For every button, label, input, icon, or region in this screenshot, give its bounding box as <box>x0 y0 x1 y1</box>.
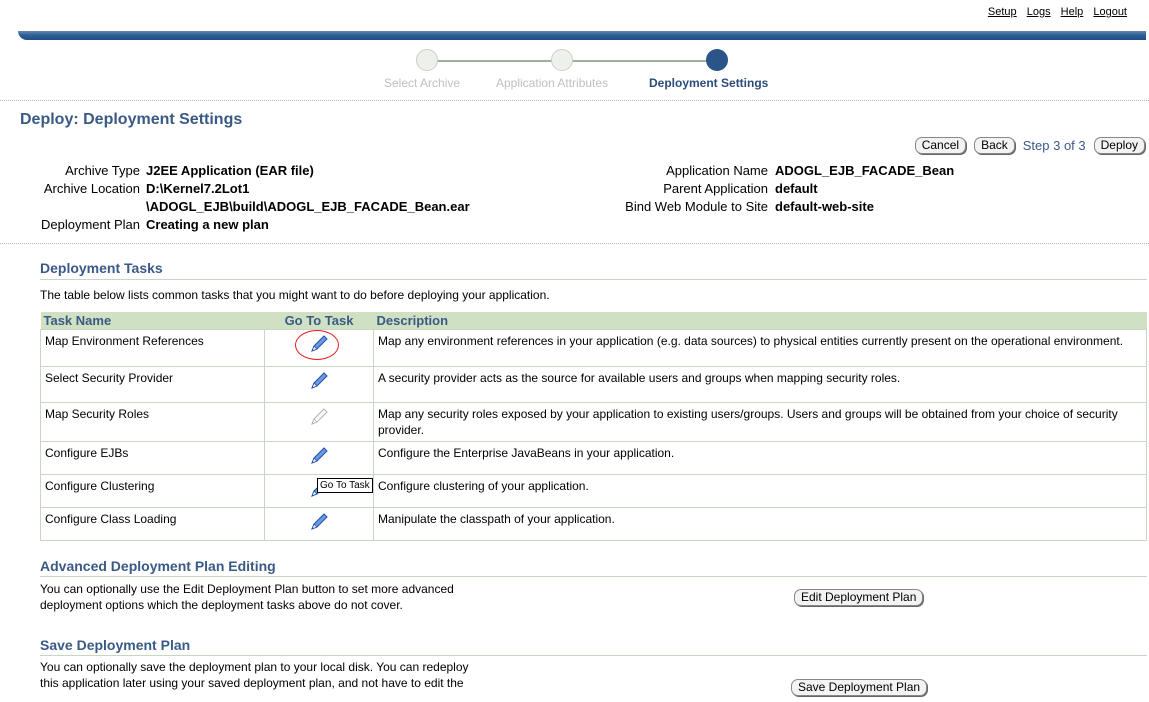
application-name-label: Application Name <box>666 163 768 178</box>
advanced-editing-text-1: You can optionally use the Edit Deployme… <box>40 582 454 596</box>
go-to-task-cell <box>264 441 374 475</box>
train-step-1-icon[interactable] <box>416 49 438 71</box>
deployment-tasks-heading: Deployment Tasks <box>40 260 163 276</box>
go-to-task-cell <box>264 329 374 367</box>
train-connector <box>572 60 707 62</box>
table-row: Map Environment References Map any envir… <box>40 329 1147 367</box>
archive-location-value: D:\Kernel7.2Lot1 <box>146 181 250 196</box>
train-step-select-archive[interactable]: Select Archive <box>384 76 460 90</box>
page-title: Deploy: Deployment Settings <box>20 111 243 128</box>
archive-type-label: Archive Type <box>65 163 140 178</box>
logout-link[interactable]: Logout <box>1093 6 1127 18</box>
train-step-deployment-settings: Deployment Settings <box>649 76 769 90</box>
task-description: Map any environment references in your a… <box>373 329 1147 367</box>
edit-pencil-icon[interactable] <box>308 370 330 392</box>
step-indicator: Step 3 of 3 <box>1022 138 1086 153</box>
go-to-task-cell <box>264 402 374 442</box>
bind-module-label: Bind Web Module to Site <box>625 199 768 214</box>
table-row: Configure EJBs Configure the Enterprise … <box>40 441 1147 475</box>
table-row: Map Security Roles Map any security role… <box>40 402 1147 442</box>
table-row: Configure Clustering Go To Task Configur… <box>40 474 1147 508</box>
section-rule <box>40 576 1147 577</box>
advanced-editing-text-2: deployment options which the deployment … <box>40 598 403 612</box>
go-to-task-tooltip: Go To Task <box>317 478 373 493</box>
help-link[interactable]: Help <box>1061 6 1084 18</box>
task-description: Map any security roles exposed by your a… <box>373 402 1147 442</box>
global-links: Setup Logs Help Logout <box>981 6 1127 18</box>
task-name: Configure EJBs <box>40 441 265 475</box>
section-rule <box>40 279 1147 280</box>
divider <box>0 243 1149 244</box>
back-button[interactable]: Back <box>974 137 1015 154</box>
column-header-description: Description <box>373 312 1147 330</box>
setup-link[interactable]: Setup <box>988 6 1017 18</box>
table-row: Select Security Provider A security prov… <box>40 366 1147 403</box>
edit-pencil-disabled-icon <box>311 408 328 425</box>
train-step-2-icon[interactable] <box>551 49 573 71</box>
divider <box>0 100 1149 101</box>
go-to-task-cell <box>264 507 374 541</box>
branding-bar <box>18 31 1146 40</box>
task-description: Manipulate the classpath of your applica… <box>373 507 1147 541</box>
task-description: Configure clustering of your application… <box>373 474 1147 508</box>
deploy-button[interactable]: Deploy <box>1093 137 1145 154</box>
bind-module-value: default-web-site <box>775 199 874 214</box>
archive-location-value-cont: \ADOGL_EJB\build\ADOGL_EJB_FACADE_Bean.e… <box>146 199 470 214</box>
edit-pencil-icon[interactable] <box>308 511 330 533</box>
cancel-button[interactable]: Cancel <box>914 137 967 154</box>
train-step-application-attributes[interactable]: Application Attributes <box>496 76 608 90</box>
advanced-editing-heading: Advanced Deployment Plan Editing <box>40 558 276 574</box>
task-name: Configure Class Loading <box>40 507 265 541</box>
section-rule <box>40 655 1147 656</box>
task-description: Configure the Enterprise JavaBeans in yo… <box>373 441 1147 475</box>
archive-type-value: J2EE Application (EAR file) <box>146 163 314 178</box>
task-name: Configure Clustering <box>40 474 265 508</box>
deployment-plan-value: Creating a new plan <box>146 217 269 232</box>
save-deployment-plan-button[interactable]: Save Deployment Plan <box>791 679 928 696</box>
train-connector <box>437 60 552 62</box>
edit-pencil-icon[interactable] <box>308 445 330 467</box>
edit-deployment-plan-button[interactable]: Edit Deployment Plan <box>794 589 924 606</box>
deployment-plan-label: Deployment Plan <box>41 217 140 232</box>
save-plan-text-1: You can optionally save the deployment p… <box>40 660 469 674</box>
parent-application-value: default <box>775 181 818 196</box>
task-description: A security provider acts as the source f… <box>373 366 1147 403</box>
go-to-task-cell: Go To Task <box>264 474 374 508</box>
save-plan-heading: Save Deployment Plan <box>40 637 191 653</box>
logs-link[interactable]: Logs <box>1027 6 1051 18</box>
task-name: Map Environment References <box>40 329 265 367</box>
column-header-task-name: Task Name <box>40 312 265 330</box>
train-step-3-icon <box>706 49 728 71</box>
task-name: Map Security Roles <box>40 402 265 442</box>
parent-application-label: Parent Application <box>663 181 768 196</box>
go-to-task-cell <box>264 366 374 403</box>
deployment-tasks-intro: The table below lists common tasks that … <box>40 288 550 302</box>
save-plan-text-2: this application later using your saved … <box>40 676 464 690</box>
application-name-value: ADOGL_EJB_FACADE_Bean <box>775 163 955 178</box>
highlight-circle <box>295 330 339 360</box>
task-name: Select Security Provider <box>40 366 265 403</box>
column-header-go-to-task: Go To Task <box>264 312 374 330</box>
deployment-tasks-table: Task Name Go To Task Description Map Env… <box>40 312 1147 541</box>
archive-location-label: Archive Location <box>43 181 140 196</box>
button-bar: Cancel Back Step 3 of 3 Deploy <box>914 137 1145 154</box>
table-row: Configure Class Loading Manipulate the c… <box>40 507 1147 541</box>
